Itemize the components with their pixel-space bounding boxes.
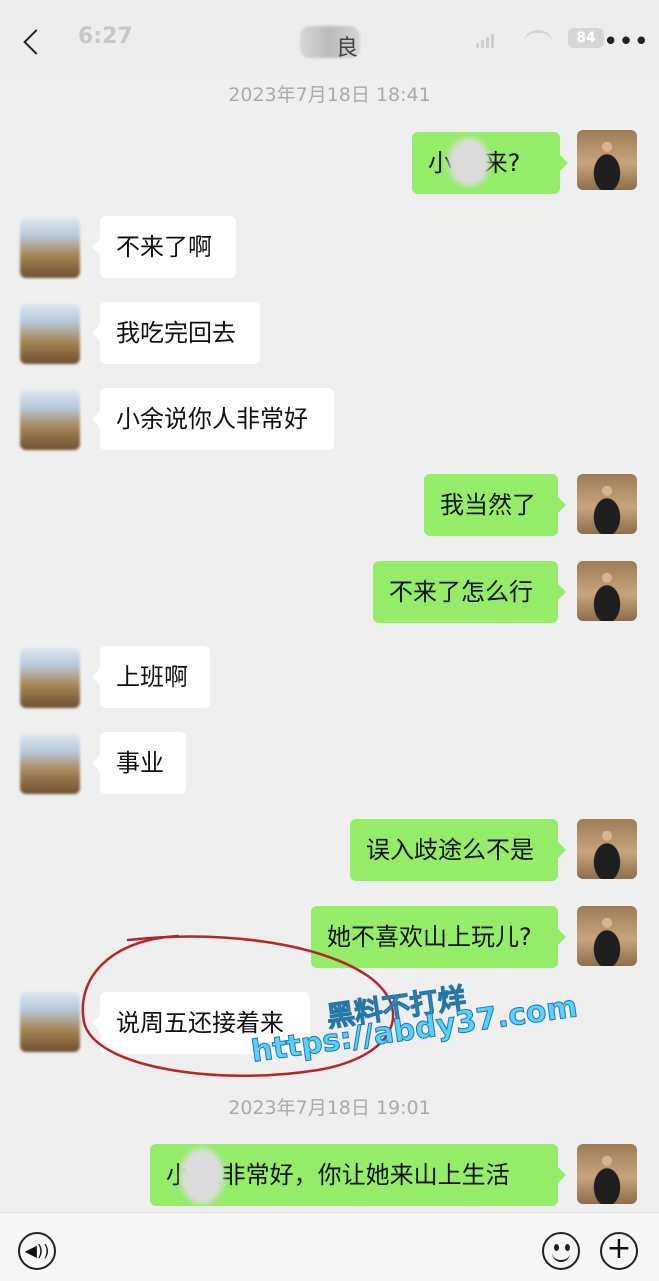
status-time: 6:27 bbox=[78, 24, 133, 49]
redaction-blur bbox=[448, 138, 490, 186]
message-bubble-in[interactable]: 不来了啊 bbox=[92, 216, 236, 278]
message-text: 误入歧途么不是 bbox=[366, 836, 534, 864]
message-bubble-in[interactable]: 上班啊 bbox=[92, 646, 210, 708]
chevron-left-icon bbox=[23, 29, 49, 55]
signal-icon bbox=[476, 34, 494, 48]
header-bar: 6:27 良 84 ••• bbox=[0, 0, 659, 80]
contact-avatar[interactable] bbox=[20, 734, 80, 794]
self-avatar[interactable] bbox=[577, 130, 637, 190]
message-text: 不来了啊 bbox=[116, 233, 212, 261]
self-avatar[interactable] bbox=[577, 819, 637, 879]
emoji-icon[interactable] bbox=[542, 1232, 580, 1270]
contact-avatar[interactable] bbox=[20, 390, 80, 450]
message-bubble-out[interactable]: 误入歧途么不是 bbox=[350, 819, 566, 881]
message-text: 事业 bbox=[116, 749, 164, 777]
timestamp: 2023年7月18日 18:41 bbox=[228, 84, 431, 106]
plus-icon[interactable]: + bbox=[600, 1232, 638, 1270]
self-avatar[interactable] bbox=[577, 561, 637, 621]
contact-name: 良 bbox=[336, 36, 359, 61]
voice-icon[interactable]: ◀︎)) bbox=[18, 1232, 56, 1270]
message-bubble-out[interactable]: 不来了怎么行 bbox=[373, 561, 566, 623]
timestamp: 2023年7月18日 19:01 bbox=[228, 1097, 431, 1119]
message-bubble-out[interactable]: 我当然了 bbox=[424, 474, 566, 536]
contact-avatar[interactable] bbox=[20, 648, 80, 708]
contact-avatar[interactable] bbox=[20, 218, 80, 278]
message-text: 不来了怎么行 bbox=[389, 578, 533, 606]
back-button[interactable] bbox=[18, 24, 50, 60]
self-avatar[interactable] bbox=[577, 1144, 637, 1204]
message-text: 上班啊 bbox=[116, 663, 188, 691]
message-text: 小余说你人非常好 bbox=[116, 405, 308, 433]
self-avatar[interactable] bbox=[577, 906, 637, 966]
redaction-blur bbox=[180, 1148, 224, 1204]
message-bubble-in[interactable]: 我吃完回去 bbox=[92, 302, 260, 364]
contact-avatar[interactable] bbox=[20, 304, 80, 364]
battery-icon: 84 bbox=[568, 28, 604, 48]
chat-screen: 6:27 良 84 ••• 2023年7月18日 18:41 小 还来? 不来了… bbox=[0, 0, 659, 1281]
message-text: 我吃完回去 bbox=[116, 319, 236, 347]
chat-title[interactable]: 良 bbox=[300, 26, 360, 61]
ellipsis-icon[interactable]: ••• bbox=[603, 24, 649, 60]
wifi-icon bbox=[524, 30, 552, 53]
message-bubble-in[interactable]: 小余说你人非常好 bbox=[92, 388, 334, 450]
message-text: 我当然了 bbox=[440, 491, 536, 519]
self-avatar[interactable] bbox=[577, 474, 637, 534]
message-bubble-in[interactable]: 事业 bbox=[92, 732, 186, 794]
status-icons: 84 bbox=[476, 26, 608, 54]
